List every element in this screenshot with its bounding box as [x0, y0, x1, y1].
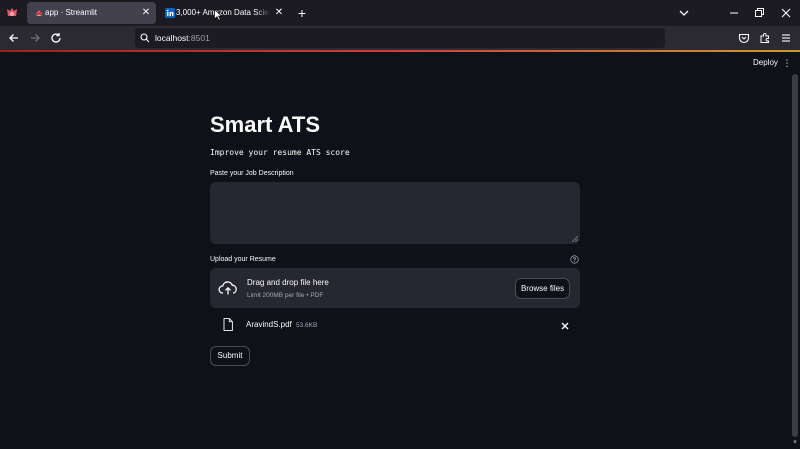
search-icon [140, 33, 150, 43]
app-menu-icon[interactable] [778, 30, 794, 46]
uploaded-file-name: AravindS.pdf [246, 320, 292, 329]
dropzone-instructions: Drag and drop file here [247, 278, 329, 287]
pocket-icon[interactable] [736, 30, 752, 46]
page-subtitle: Improve your resume ATS score [210, 148, 350, 157]
restore-icon[interactable] [751, 5, 767, 21]
window-close-icon[interactable] [778, 5, 794, 21]
scroll-down-icon[interactable]: ▾ [791, 439, 799, 447]
main-menu-icon[interactable]: ⋮ [782, 56, 792, 70]
browse-files-button[interactable]: Browse files [515, 278, 570, 299]
tab-title: app · Streamlit [45, 8, 98, 17]
minimize-icon[interactable] [726, 5, 742, 21]
dropzone-limit: Limit 200MB per file • PDF [247, 292, 324, 299]
back-icon[interactable] [6, 30, 22, 46]
url-host: localhost [155, 33, 189, 43]
linkedin-favicon-icon [165, 8, 175, 18]
firefox-view-icon[interactable] [5, 6, 19, 20]
resize-handle-icon[interactable] [572, 236, 578, 242]
extensions-icon[interactable] [757, 30, 773, 46]
mouse-cursor-icon [214, 9, 222, 21]
uploaded-file-row: AravindS.pdf 53.6KB [210, 315, 580, 335]
tab-list-icon[interactable] [676, 5, 692, 21]
cloud-upload-icon [218, 281, 237, 295]
file-dropzone[interactable]: Drag and drop file here Limit 200MB per … [210, 268, 580, 308]
tab-linkedin-jobs[interactable]: 3,000+ Amazon Data Scientist jobs ✕ [158, 2, 289, 24]
tab-streamlit-app[interactable]: app · Streamlit ✕ [27, 2, 156, 24]
job-description-label: Paste your Job Description [210, 170, 294, 177]
file-icon [223, 318, 233, 331]
deploy-button[interactable]: Deploy [747, 56, 784, 70]
url-port: :8501 [188, 33, 210, 43]
help-icon[interactable] [570, 255, 579, 264]
url-text[interactable]: localhost:8501 [155, 33, 210, 43]
browser-tab-bar: app · Streamlit ✕ 3,000+ Amazon Data Sci… [0, 0, 800, 26]
tab-title: 3,000+ Amazon Data Scientist jobs [176, 8, 270, 17]
browser-nav-bar: localhost:8501 [0, 26, 800, 50]
uploaded-file-size: 53.6KB [296, 322, 318, 329]
address-bar[interactable]: localhost:8501 [135, 28, 665, 48]
page-title: Smart ATS [210, 112, 321, 137]
tab-close-icon[interactable]: ✕ [273, 7, 285, 19]
new-tab-button[interactable]: + [294, 5, 310, 21]
streamlit-favicon-icon [35, 10, 43, 16]
reload-icon[interactable] [48, 30, 64, 46]
upload-resume-label: Upload your Resume [210, 256, 276, 263]
forward-icon[interactable] [27, 30, 43, 46]
streamlit-app-container [0, 52, 790, 449]
tab-close-icon[interactable]: ✕ [140, 7, 152, 19]
submit-button[interactable]: Submit [210, 346, 250, 366]
scrollbar-thumb[interactable] [792, 74, 798, 437]
remove-file-icon[interactable] [559, 320, 571, 332]
job-description-textarea[interactable] [210, 182, 580, 244]
